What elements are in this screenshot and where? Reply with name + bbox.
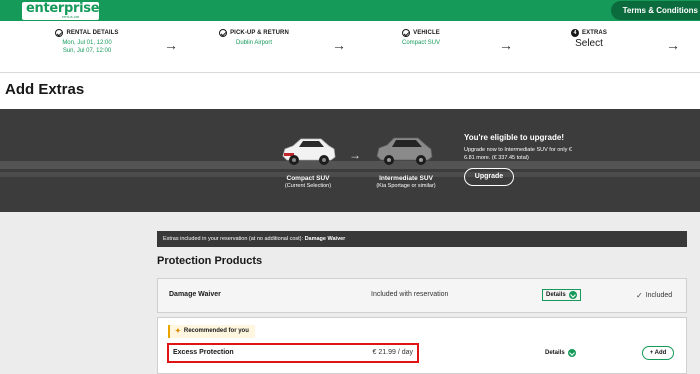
product-name: Excess Protection — [173, 349, 234, 356]
step-value: Select — [575, 38, 603, 49]
step-number-icon: 4 — [571, 29, 580, 37]
arrow-right-icon: → — [666, 37, 680, 53]
arrow-right-icon: → — [164, 37, 178, 53]
upgrade-button[interactable]: Upgrade — [464, 168, 514, 186]
included-indicator: ✓ Included — [636, 291, 672, 300]
compact-suv-image — [282, 138, 336, 165]
product-name: Damage Waiver — [169, 291, 221, 298]
chevron-down-icon — [567, 349, 576, 357]
check-circle-icon — [55, 29, 64, 37]
terms-conditions-link[interactable]: Terms & Conditions — [610, 1, 700, 20]
included-items: Damage Waiver — [304, 236, 346, 242]
booking-steps: RENTAL DETAILS Mon, Jul 01, 12:00 Sun, J… — [0, 21, 700, 73]
included-extras-strip: Extras included in your reservation (at … — [157, 231, 687, 247]
details-label: Details — [546, 292, 566, 298]
included-prefix: Extras included in your reservation (at … — [163, 236, 304, 242]
step-value: Dublin Airport — [235, 40, 273, 46]
enterprise-logo[interactable]: enterprise rent-a-car — [22, 2, 100, 20]
step-value: Mon, Jul 01, 12:00 — [62, 40, 112, 46]
current-car-sub: (Current Selection) — [284, 183, 332, 189]
road-stripe — [0, 161, 700, 169]
step-label: EXTRAS — [582, 30, 607, 36]
damage-waiver-row: Damage Waiver Included with reservation … — [157, 278, 687, 313]
sparkle-icon: ✦ — [175, 328, 181, 335]
step-vehicle[interactable]: VEHICLE Compact SUV — [366, 29, 476, 47]
step-label: PICK-UP & RETURN — [230, 30, 289, 36]
upgrade-banner: Compact SUV (Current Selection) → Interm… — [0, 109, 700, 212]
excess-highlight: Excess Protection € 21.99 / day — [167, 343, 419, 363]
step-extras[interactable]: 4 EXTRAS Select — [534, 29, 644, 49]
product-price: € 21.99 / day — [372, 349, 413, 356]
check-circle-icon — [219, 29, 228, 37]
recommended-label: Recommended for you — [183, 328, 249, 334]
intermediate-suv-image — [376, 137, 433, 165]
add-button[interactable]: + Add — [642, 346, 674, 360]
details-label: Details — [545, 350, 565, 356]
upgrade-title: You're eligible to upgrade! — [464, 133, 564, 142]
chevron-down-icon — [568, 291, 577, 299]
step-value: Compact SUV — [401, 40, 440, 46]
upgrade-car-label: Intermediate SUV (Kia Sportage or simila… — [361, 175, 451, 190]
step-label: RENTAL DETAILS — [66, 30, 119, 36]
step-rental-details[interactable]: RENTAL DETAILS Mon, Jul 01, 12:00 Sun, J… — [32, 29, 142, 55]
current-car-label: Compact SUV (Current Selection) — [263, 175, 353, 190]
page-title: Add Extras — [5, 81, 85, 98]
current-car-name: Compact SUV — [286, 175, 330, 182]
upgrade-car-sub: (Kia Sportage or similar) — [376, 183, 436, 189]
step-label: VEHICLE — [413, 30, 440, 36]
product-status: Included with reservation — [371, 291, 449, 298]
title-area: Add Extras — [0, 73, 700, 109]
details-link[interactable]: Details — [542, 289, 581, 301]
check-circle-icon — [402, 29, 411, 37]
step-value: Sun, Jul 07, 12:00 — [62, 48, 112, 54]
top-bar: enterprise rent-a-car Terms & Conditions — [0, 0, 700, 21]
section-title: Protection Products — [157, 255, 263, 267]
arrow-right-icon: → — [349, 148, 361, 162]
upgrade-description: Upgrade now to Intermediate SUV for only… — [464, 147, 572, 161]
check-icon: ✓ — [636, 291, 643, 300]
details-link[interactable]: Details — [542, 347, 579, 359]
arrow-right-icon: → — [332, 37, 346, 53]
included-label: Included — [645, 292, 673, 299]
upgrade-car-name: Intermediate SUV — [379, 175, 433, 182]
step-pickup-return[interactable]: PICK-UP & RETURN Dublin Airport — [199, 29, 309, 47]
arrow-right-icon: → — [499, 37, 513, 53]
logo-tagline: rent-a-car — [62, 14, 80, 19]
excess-protection-row: ✦ Recommended for you Excess Protection … — [157, 317, 687, 374]
recommended-badge: ✦ Recommended for you — [168, 325, 255, 338]
